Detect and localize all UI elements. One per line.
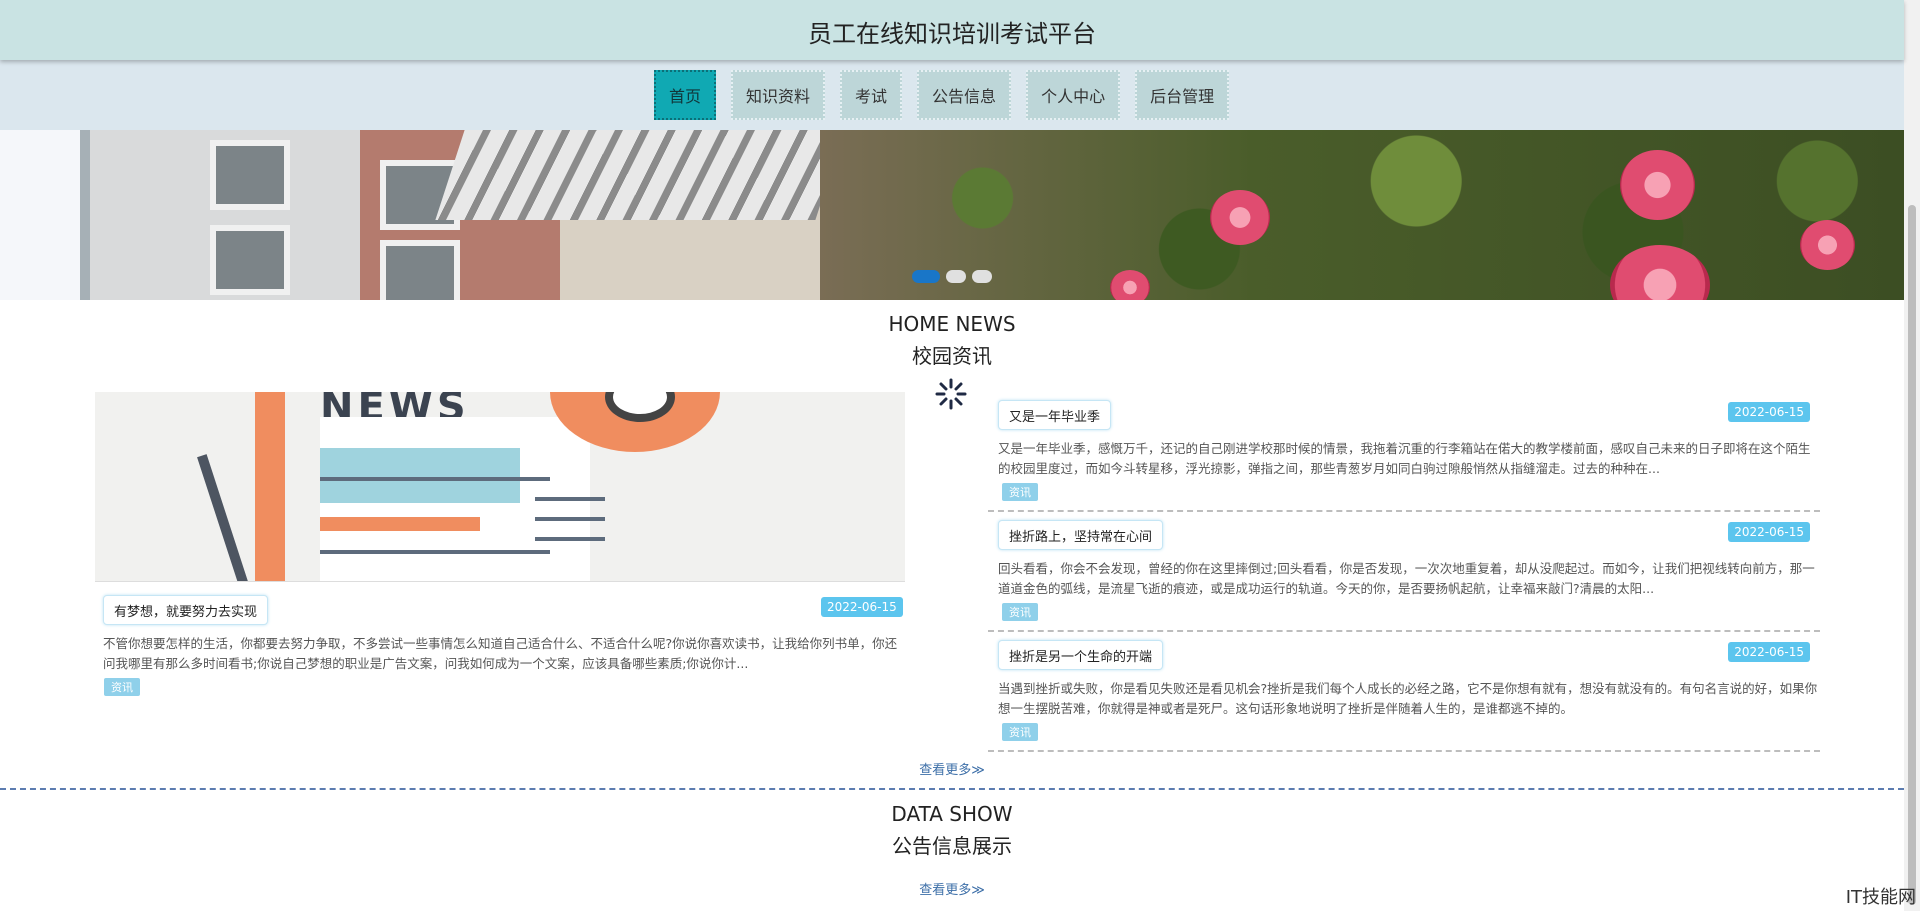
featured-news-date: 2022-06-15 [821,597,903,617]
news-more-link[interactable]: 查看更多≫ [0,759,1904,778]
site-header: 员工在线知识培训考试平台 [0,0,1904,60]
news-section-title-cn: 校园资讯 [912,344,992,368]
nav-item-home[interactable]: 首页 [654,70,717,120]
news-item-date: 2022-06-15 [1728,402,1810,422]
news-item-summary: 回头看看，你会不会发现，曾经的你在这里摔倒过;回头看看，你是否发现，一次次地重复… [998,561,1815,596]
featured-news-tag: 资讯 [104,678,140,696]
illustration-line [535,497,605,501]
nav-item-announcements[interactable]: 公告信息 [917,70,1012,120]
carousel-dot-2[interactable] [946,270,966,283]
site-title: 员工在线知识培训考试平台 [808,20,1096,48]
window-shape [210,225,290,295]
illustration-strip [255,392,285,581]
data-section-title-cn: 公告信息展示 [892,834,1012,858]
illustration-line [320,550,550,554]
illustration-orange-bar [320,517,480,531]
flower-shape [1110,270,1150,300]
news-section-title-en: HOME NEWS [888,312,1016,336]
carousel-dots [912,270,992,283]
scrollbar-thumb[interactable] [1908,205,1916,905]
news-item-title[interactable]: 又是一年毕业季 [998,400,1112,430]
list-item: 又是一年毕业季 2022-06-15 又是一年毕业季，感慨万千，还记的自己刚进学… [988,393,1820,512]
window-shape [380,240,460,300]
news-item-date: 2022-06-15 [1728,642,1810,662]
window-shape [210,140,290,210]
news-item-tag: 资讯 [1002,723,1038,741]
watermark-text: IT技能网 [1845,887,1916,908]
news-section-header: HOME NEWS 校园资讯 [0,312,1904,369]
page-scrollbar[interactable] [1904,0,1920,911]
nav-item-admin[interactable]: 后台管理 [1135,70,1230,120]
banner-carousel[interactable] [0,130,1904,300]
banner-building-photo [0,130,845,300]
illustration-line [320,477,550,481]
data-section-header: DATA SHOW 公告信息展示 [0,802,1904,859]
illustration-blue-box [320,448,520,503]
data-section-title-en: DATA SHOW [891,802,1013,826]
flower-shape [1620,150,1695,220]
data-more-link[interactable]: 查看更多≫ [0,879,1904,898]
news-item-date: 2022-06-15 [1728,522,1810,542]
flower-shape [1800,220,1855,270]
nav-item-knowledge[interactable]: 知识资料 [731,70,826,120]
loading-spinner-icon [935,378,967,410]
news-item-summary: 当遇到挫折或失败，你是看见失败还是看见机会?挫折是我们每个人成长的必经之路，它不… [998,681,1818,716]
news-item-title[interactable]: 挫折是另一个生命的开端 [998,640,1164,670]
illustration-line [535,517,605,521]
illustration-pen [197,454,253,581]
featured-news-summary: 不管你想要怎样的生活，你都要去努力争取，不多尝试一些事情怎么知道自己适合什么、不… [103,636,898,671]
flower-shape [1610,245,1710,300]
main-nav-bar: 首页 知识资料 考试 公告信息 个人中心 后台管理 [0,60,1904,130]
news-item-title[interactable]: 挫折路上，坚持常在心间 [998,520,1164,550]
featured-news-title[interactable]: 有梦想，就要努力去实现 [103,595,269,625]
featured-news-image[interactable]: NEWS [95,392,905,582]
news-item-tag: 资讯 [1002,483,1038,501]
news-item-tag: 资讯 [1002,603,1038,621]
news-item-summary: 又是一年毕业季，感慨万千，还记的自己刚进学校那时候的情景，我拖着沉重的行李箱站在… [998,441,1811,476]
main-nav: 首页 知识资料 考试 公告信息 个人中心 后台管理 [654,70,1230,120]
nav-item-exam[interactable]: 考试 [840,70,903,120]
list-item: 挫折路上，坚持常在心间 2022-06-15 回头看看，你会不会发现，曾经的你在… [988,513,1820,632]
canopy-shape [435,130,845,220]
carousel-dot-3[interactable] [972,270,992,283]
illustration-line [535,537,605,541]
carousel-dot-1[interactable] [912,270,940,283]
flower-shape [1210,190,1270,245]
nav-item-profile[interactable]: 个人中心 [1026,70,1121,120]
section-divider [0,788,1904,790]
list-item: 挫折是另一个生命的开端 2022-06-15 当遇到挫折或失败，你是看见失败还是… [988,633,1820,752]
